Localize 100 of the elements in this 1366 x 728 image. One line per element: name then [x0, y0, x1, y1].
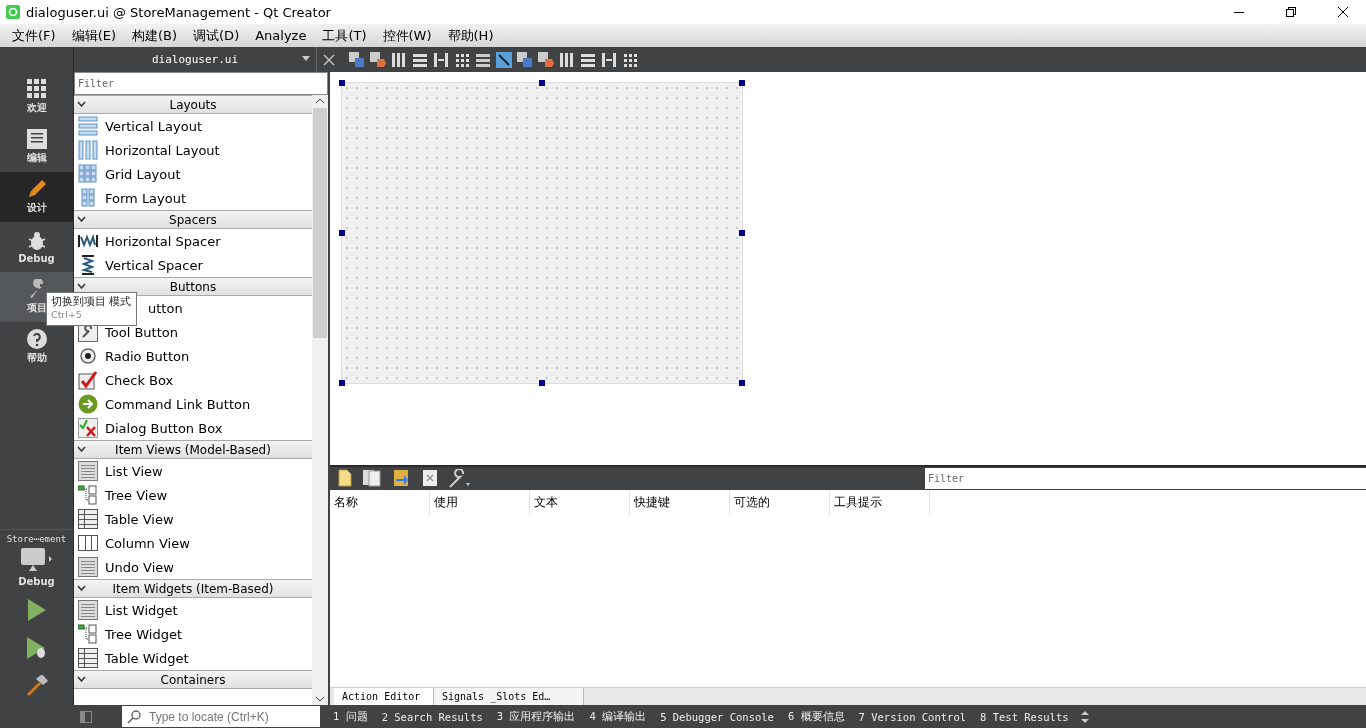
locate-field[interactable]: Type to locate (Ctrl+K) [122, 706, 320, 727]
widget-item[interactable]: Vertical Layout [74, 114, 312, 138]
rows-icon[interactable] [412, 51, 428, 68]
output-pane-button[interactable]: 5 Debugger Console [653, 710, 781, 723]
resize-handle[interactable] [739, 230, 745, 236]
tab[interactable]: Signals _Slots Ed… [434, 688, 584, 705]
resize-icon[interactable] [496, 51, 512, 68]
widget-item[interactable]: Vertical Spacer [74, 253, 312, 277]
debug-run-icon[interactable] [26, 637, 47, 659]
tag-icon[interactable] [370, 51, 386, 68]
category-header[interactable]: Item Views (Model-Based) [74, 440, 312, 459]
menu-item[interactable]: 控件(W) [374, 26, 440, 45]
widget-item[interactable]: Horizontal Layout [74, 138, 312, 162]
menu-item[interactable]: Analyze [247, 28, 315, 43]
output-pane-button[interactable]: 4 编译输出 [582, 709, 654, 724]
category-header[interactable]: Layouts [74, 95, 312, 114]
menu-item[interactable]: 编辑(E) [63, 26, 124, 45]
tree-icon [78, 624, 98, 644]
layout-rows-icon [78, 116, 98, 136]
resize-handle[interactable] [339, 230, 345, 236]
category-title: Spacers [169, 212, 217, 227]
tab[interactable]: Action Editor [334, 688, 434, 705]
menu-item[interactable]: 文件(F) [4, 26, 64, 45]
category-header[interactable]: Containers [74, 670, 312, 689]
table-icon [78, 509, 98, 529]
category-header[interactable]: Spacers [74, 210, 312, 229]
columns-icon [78, 533, 98, 553]
new-file-icon[interactable] [338, 468, 352, 487]
arrow-circle-icon [78, 394, 98, 414]
menu-item[interactable]: 帮助(H) [439, 26, 502, 45]
window-title: dialoguser.ui @ StoreManagement - Qt Creator [26, 4, 332, 20]
copy-icon[interactable] [362, 468, 382, 487]
widget-item[interactable]: Tree Widget [74, 622, 312, 646]
up-down-arrows-icon[interactable] [1079, 709, 1090, 724]
widget-item[interactable]: Command Link Button [74, 392, 312, 416]
filter-field[interactable]: Filter [925, 468, 1366, 489]
category-header[interactable]: Buttons [74, 277, 312, 296]
list-icon [78, 600, 98, 620]
rows-icon[interactable] [580, 51, 596, 68]
widget-item[interactable]: List Widget [74, 598, 312, 622]
mode-button[interactable]: Debug [0, 222, 73, 272]
widget-icon[interactable] [517, 51, 533, 68]
widget-icon[interactable] [349, 51, 365, 68]
widget-item[interactable]: Check Box [74, 368, 312, 392]
resize-handle[interactable] [739, 80, 745, 86]
mode-button[interactable]: 编辑 [0, 122, 73, 172]
menu-item[interactable]: 构建(B) [124, 26, 186, 45]
close-icon[interactable] [323, 53, 335, 66]
widget-item[interactable]: Table View [74, 507, 312, 531]
splitter-icon[interactable] [601, 51, 617, 68]
resize-handle[interactable] [739, 380, 745, 386]
output-pane-button[interactable]: 8 Test Results [973, 710, 1076, 723]
resize-handle[interactable] [539, 380, 545, 386]
menu-item[interactable]: 调试(D) [185, 26, 248, 45]
run-icon[interactable] [27, 599, 46, 621]
hammer-icon[interactable] [25, 675, 48, 697]
output-pane-button[interactable]: 7 Version Control [851, 710, 974, 723]
resize-handle[interactable] [539, 80, 545, 86]
widget-item[interactable]: Dialog Button Box [74, 416, 312, 440]
grid-icon[interactable] [622, 51, 638, 68]
output-pane-button[interactable]: 2 Search Results [374, 710, 490, 723]
widget-item[interactable]: Column View [74, 531, 312, 555]
resize-handle[interactable] [339, 80, 345, 86]
output-pane-button[interactable]: 1 问题 [326, 709, 375, 724]
category-header[interactable]: Item Widgets (Item-Based) [74, 579, 312, 598]
mode-button[interactable]: 帮助 [0, 322, 73, 372]
delete-icon[interactable] [422, 468, 438, 487]
output-pane-button[interactable]: 6 概要信息 [780, 709, 852, 724]
resize-handle[interactable] [339, 380, 345, 386]
filter-field[interactable]: Filter [74, 72, 328, 95]
grid-icon[interactable] [454, 51, 470, 68]
sidebar-toggle-icon[interactable] [80, 710, 92, 723]
widget-item[interactable]: Horizontal Spacer [74, 229, 312, 253]
widget-item[interactable]: Grid Layout [74, 162, 312, 186]
columns-icon[interactable] [559, 51, 575, 68]
chevron-icon [77, 101, 86, 107]
layout-form-icon [78, 188, 98, 208]
chevron-icon [77, 216, 86, 222]
document-icon [26, 129, 47, 149]
mode-button[interactable]: 欢迎 [0, 72, 73, 122]
menu-item[interactable]: 工具(T) [314, 26, 375, 45]
widget-item[interactable]: Radio Button [74, 344, 312, 368]
widget-item[interactable]: Undo View [74, 555, 312, 579]
widget-item[interactable]: Tree View [74, 483, 312, 507]
chevron-icon [77, 283, 86, 289]
widget-item[interactable]: Table Widget [74, 646, 312, 670]
scrollbar-thumb[interactable] [313, 108, 327, 338]
form-icon[interactable] [475, 51, 491, 68]
splitter-icon[interactable] [433, 51, 449, 68]
output-pane-button[interactable]: 3 应用程序输出 [489, 709, 583, 724]
wrench-icon[interactable] [448, 468, 472, 489]
monitor-icon[interactable] [20, 548, 53, 572]
mode-button[interactable]: 设计 [0, 172, 73, 222]
layout-grid-icon [78, 164, 98, 184]
tag-icon[interactable] [538, 51, 554, 68]
search-icon [127, 709, 143, 724]
widget-item[interactable]: Form Layout [74, 186, 312, 210]
widget-item[interactable]: List View [74, 459, 312, 483]
close-icon [1338, 7, 1348, 17]
columns-icon[interactable] [391, 51, 407, 68]
